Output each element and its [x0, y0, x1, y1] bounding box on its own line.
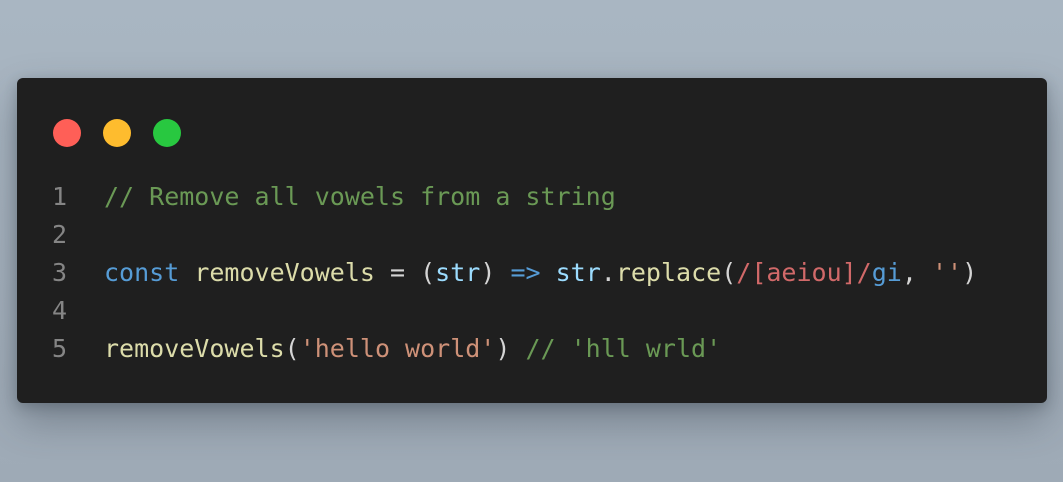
code-token-function: removeVowels	[194, 258, 375, 287]
code-token-plain: (	[284, 334, 300, 363]
code-line: 2	[17, 216, 1047, 254]
code-token-plain: )	[962, 258, 978, 287]
code-token-string: ''	[931, 258, 963, 287]
code-token-plain: (	[721, 258, 737, 287]
code-token-function: replace	[615, 258, 722, 287]
minimize-button[interactable]	[103, 119, 131, 147]
close-button[interactable]	[53, 119, 81, 147]
line-number: 5	[51, 334, 67, 363]
code-token-regex: [aeiou]	[751, 258, 857, 287]
code-block: 1 // Remove all vowels from a string 2 3…	[17, 178, 1047, 368]
line-number: 3	[51, 258, 67, 287]
code-token-plain: )	[495, 334, 526, 363]
code-token-variable: str	[435, 258, 481, 287]
line-content: removeVowels('hello world') // 'hll wrld…	[104, 330, 721, 368]
window-controls	[53, 119, 181, 147]
code-token-string: 'hello world'	[299, 334, 496, 363]
line-content: const removeVowels = (str) => str.replac…	[104, 254, 977, 292]
code-token-keyword: =>	[510, 258, 541, 287]
code-line: 1 // Remove all vowels from a string	[17, 178, 1047, 216]
code-token-plain: = (	[374, 258, 436, 287]
line-number: 2	[51, 220, 67, 249]
code-token-regex: /	[736, 258, 752, 287]
line-number: 1	[51, 182, 67, 211]
code-line: 4	[17, 292, 1047, 330]
line-number: 4	[51, 296, 67, 325]
code-line: 5 removeVowels('hello world') // 'hll wr…	[17, 330, 1047, 368]
code-token-plain: ,	[901, 258, 932, 287]
code-token-variable: str	[555, 258, 601, 287]
code-line: 3 const removeVowels = (str) => str.repl…	[17, 254, 1047, 292]
code-token-function: removeVowels	[104, 334, 285, 363]
code-token-keyword: const	[104, 258, 180, 287]
code-window: 1 // Remove all vowels from a string 2 3…	[17, 78, 1047, 403]
zoom-button[interactable]	[153, 119, 181, 147]
code-token-comment: // Remove all vowels from a string	[104, 182, 616, 211]
code-token-plain: .	[600, 258, 616, 287]
code-token-keyword: gi	[871, 258, 902, 287]
code-token-plain: )	[480, 258, 511, 287]
line-content: // Remove all vowels from a string	[104, 178, 616, 216]
code-token-regex: /	[856, 258, 872, 287]
code-token-comment: // 'hll wrld'	[525, 334, 722, 363]
